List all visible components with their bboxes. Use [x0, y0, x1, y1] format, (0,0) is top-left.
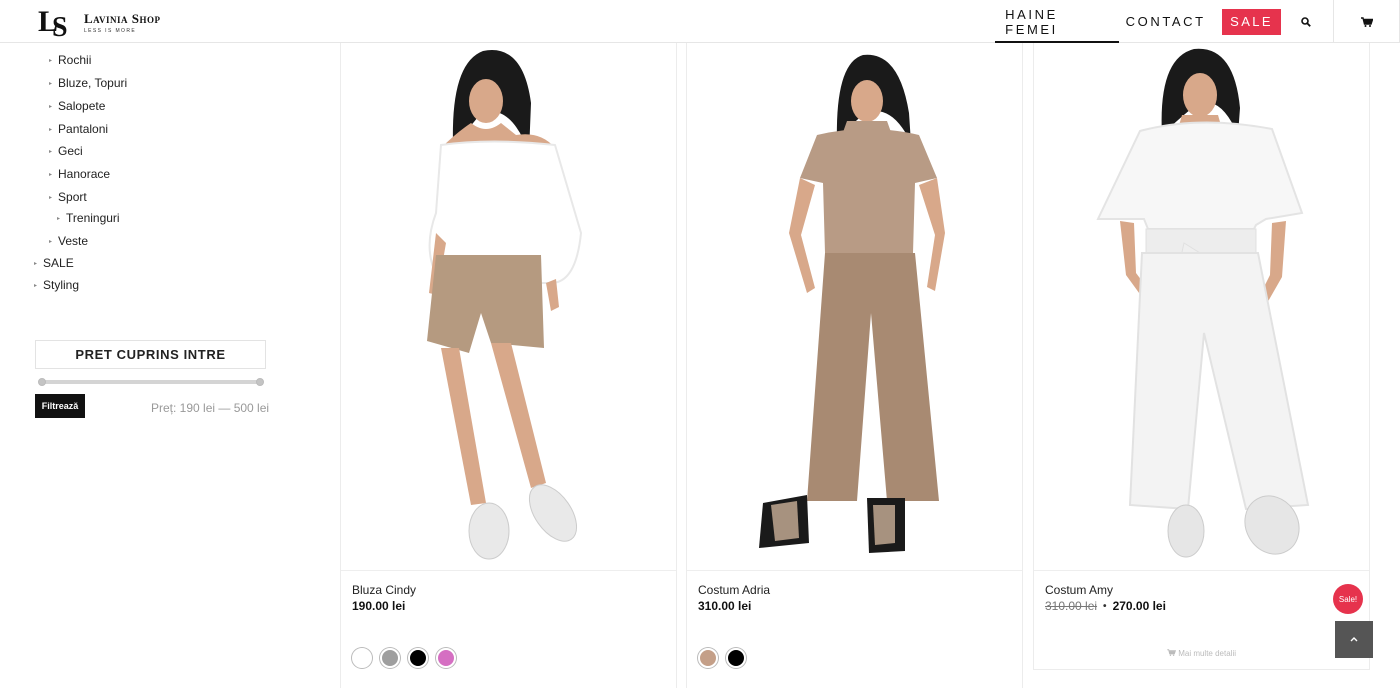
scroll-top-button[interactable]	[1335, 621, 1373, 658]
category-label: SALE	[43, 256, 74, 270]
cart-icon	[1167, 649, 1178, 658]
arrow-right-icon: ▸	[49, 80, 53, 87]
product-image[interactable]	[687, 43, 1022, 571]
category-label: Hanorace	[58, 167, 111, 181]
product-card[interactable]: Costum Adria 310.00 lei	[686, 43, 1023, 688]
category-label: Pantaloni	[58, 122, 109, 136]
arrow-right-icon: ▸	[49, 238, 53, 245]
category-item[interactable]: ▸ Hanorace	[49, 167, 110, 181]
category-item[interactable]: ▸ Styling	[34, 278, 79, 292]
site-header: LS Lavinia Shop LESS IS MORE HAINE FEMEI…	[0, 0, 1400, 43]
nav-haine-femei[interactable]: HAINE FEMEI	[995, 0, 1120, 43]
product-price: 190.00 lei	[352, 599, 406, 613]
category-label: Bluze, Topuri	[58, 76, 128, 90]
search-icon[interactable]	[1291, 0, 1321, 43]
product-card[interactable]: Costum Amy 310.00 lei • 270.00 lei Sale!…	[1033, 43, 1370, 670]
category-label: Rochii	[58, 53, 92, 67]
category-item[interactable]: ▸ Geci	[49, 144, 83, 158]
category-label: Styling	[43, 278, 80, 292]
color-swatch[interactable]	[380, 648, 400, 668]
cart-icon[interactable]	[1334, 0, 1400, 43]
category-label: Veste	[58, 234, 89, 248]
color-swatch[interactable]	[436, 648, 456, 668]
arrow-right-icon: ▸	[34, 260, 38, 267]
color-swatches	[698, 648, 746, 668]
product-name[interactable]: Costum Amy	[1045, 583, 1113, 597]
category-item[interactable]: ▸ Veste	[49, 234, 88, 248]
more-details-link[interactable]: Mai multe detalii	[1034, 649, 1369, 658]
filter-button[interactable]: Filtrează	[35, 394, 85, 418]
nav-contact[interactable]: CONTACT	[1119, 0, 1212, 43]
price-slider-max-handle[interactable]	[256, 378, 264, 386]
category-label: Salopete	[58, 99, 106, 113]
arrow-right-icon: ▸	[49, 126, 53, 133]
price-separator: •	[1103, 600, 1107, 612]
price-range-label: Preț: 190 lei — 500 lei	[151, 401, 270, 415]
color-swatches	[352, 648, 456, 668]
old-price: 310.00 lei	[1045, 599, 1098, 613]
nav-sale[interactable]: SALE	[1222, 8, 1281, 35]
sidebar: ▸ Rochii ▸ Bluze, Topuri ▸ Salopete ▸ Pantal…	[0, 43, 340, 688]
color-swatch[interactable]	[698, 648, 718, 668]
product-name[interactable]: Costum Adria	[698, 583, 770, 597]
category-label: Sport	[58, 190, 87, 204]
color-swatch[interactable]	[408, 648, 428, 668]
brand-mark: LS	[38, 5, 67, 43]
product-name[interactable]: Bluza Cindy	[352, 583, 416, 597]
product-image[interactable]	[341, 43, 676, 571]
category-item[interactable]: ▸ Rochii	[49, 53, 91, 67]
more-details-label: Mai multe detalii	[1178, 649, 1237, 658]
category-label: Treninguri	[66, 211, 120, 225]
product-image[interactable]	[1034, 43, 1369, 571]
main-nav: HAINE FEMEI CONTACT SALE	[995, 0, 1400, 43]
color-swatch[interactable]	[352, 648, 372, 668]
category-item[interactable]: ▸ Salopete	[49, 99, 105, 113]
category-item[interactable]: ▸ Pantaloni	[49, 122, 108, 136]
category-item[interactable]: ▸ SALE	[34, 256, 74, 270]
arrow-right-icon: ▸	[57, 215, 61, 222]
arrow-right-icon: ▸	[49, 171, 53, 178]
arrow-right-icon: ▸	[49, 57, 53, 64]
sale-badge: Sale!	[1333, 584, 1363, 614]
product-card[interactable]: Bluza Cindy 190.00 lei	[340, 43, 677, 688]
price-filter-title: PRET CUPRINS INTRE	[35, 340, 266, 369]
arrow-right-icon: ▸	[49, 148, 53, 155]
product-price: 310.00 lei	[698, 599, 752, 613]
color-swatch[interactable]	[726, 648, 746, 668]
price-slider-min-handle[interactable]	[38, 378, 46, 386]
arrow-right-icon: ▸	[49, 103, 53, 110]
brand-logo[interactable]: LS Lavinia Shop LESS IS MORE	[38, 5, 161, 43]
arrow-right-icon: ▸	[49, 194, 53, 201]
brand-tagline: LESS IS MORE	[84, 27, 137, 34]
category-item[interactable]: ▸ Treninguri	[57, 211, 120, 225]
brand-name: Lavinia Shop	[84, 10, 161, 26]
category-label: Geci	[58, 144, 83, 158]
chevron-up-icon	[1350, 634, 1358, 645]
category-item[interactable]: ▸ Bluze, Topuri	[49, 76, 127, 90]
price-slider-track[interactable]	[41, 380, 260, 384]
product-price: 310.00 lei • 270.00 lei	[1045, 599, 1166, 613]
category-item[interactable]: ▸ Sport	[49, 190, 87, 204]
arrow-right-icon: ▸	[34, 282, 38, 289]
sale-price: 270.00 lei	[1112, 599, 1166, 613]
